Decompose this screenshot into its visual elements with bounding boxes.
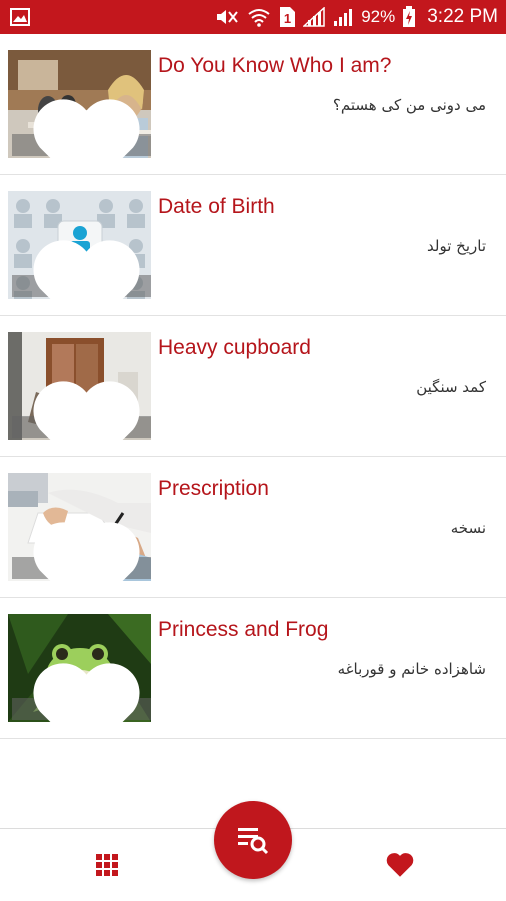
signal-icon	[332, 7, 354, 27]
story-thumbnail: 4	[8, 473, 151, 581]
likes-badge: 3	[12, 663, 151, 722]
search-list-icon	[238, 828, 269, 855]
heart-icon	[386, 852, 414, 877]
svg-text:1: 1	[284, 11, 291, 26]
story-thumbnail: 3	[8, 50, 151, 158]
story-thumbnail: 3	[8, 332, 151, 440]
story-thumbnail: 3	[8, 614, 151, 722]
story-title: Princess and Frog	[158, 618, 329, 641]
story-title: Heavy cupboard	[158, 336, 311, 359]
status-bar: 1 92% 3:22 PM	[0, 0, 506, 34]
story-subtitle: نسخه	[450, 519, 486, 537]
likes-badge: 4	[12, 522, 151, 581]
story-title: Do You Know Who I am?	[158, 54, 392, 77]
list-item[interactable]: 3 Date of Birth تاریخ تولد	[0, 175, 506, 316]
heart-icon	[33, 663, 140, 722]
heart-icon	[33, 522, 140, 581]
grid-icon	[96, 854, 118, 876]
search-list-button[interactable]	[214, 801, 292, 879]
heart-icon	[33, 381, 140, 440]
list-item[interactable]: 3 Princess and Frog شاهزاده خانم و قوربا…	[0, 598, 506, 739]
mute-icon	[214, 7, 240, 27]
gallery-icon	[10, 8, 30, 26]
heart-icon	[33, 99, 140, 158]
story-thumbnail: 3	[8, 191, 151, 299]
battery-percent: 92%	[361, 7, 396, 26]
battery-charging-icon	[402, 6, 416, 28]
list-item[interactable]: 3 Heavy cupboard کمد سنگین	[0, 316, 506, 457]
wifi-icon	[247, 7, 271, 27]
story-subtitle: تاریخ تولد	[427, 237, 486, 255]
story-subtitle: می دونی من کی هستم؟	[332, 96, 486, 114]
signal-icon	[303, 7, 325, 27]
likes-badge: 3	[12, 240, 151, 299]
list-item[interactable]: 3 Do You Know Who I am? می دونی من کی هس…	[0, 34, 506, 175]
sim-icon: 1	[278, 6, 296, 28]
story-list: 3 Do You Know Who I am? می دونی من کی هس…	[0, 34, 506, 739]
list-item[interactable]: 4 Prescription نسخه	[0, 457, 506, 598]
clock: 3:22 PM	[427, 6, 498, 27]
heart-icon	[33, 240, 140, 299]
story-title: Date of Birth	[158, 195, 275, 218]
story-subtitle: شاهزاده خانم و قورباغه	[337, 660, 486, 678]
likes-badge: 3	[12, 381, 151, 440]
favorites-button[interactable]	[374, 841, 426, 887]
story-title: Prescription	[158, 477, 269, 500]
story-subtitle: کمد سنگین	[416, 378, 486, 396]
likes-badge: 3	[12, 99, 151, 158]
grid-button[interactable]	[82, 843, 132, 887]
